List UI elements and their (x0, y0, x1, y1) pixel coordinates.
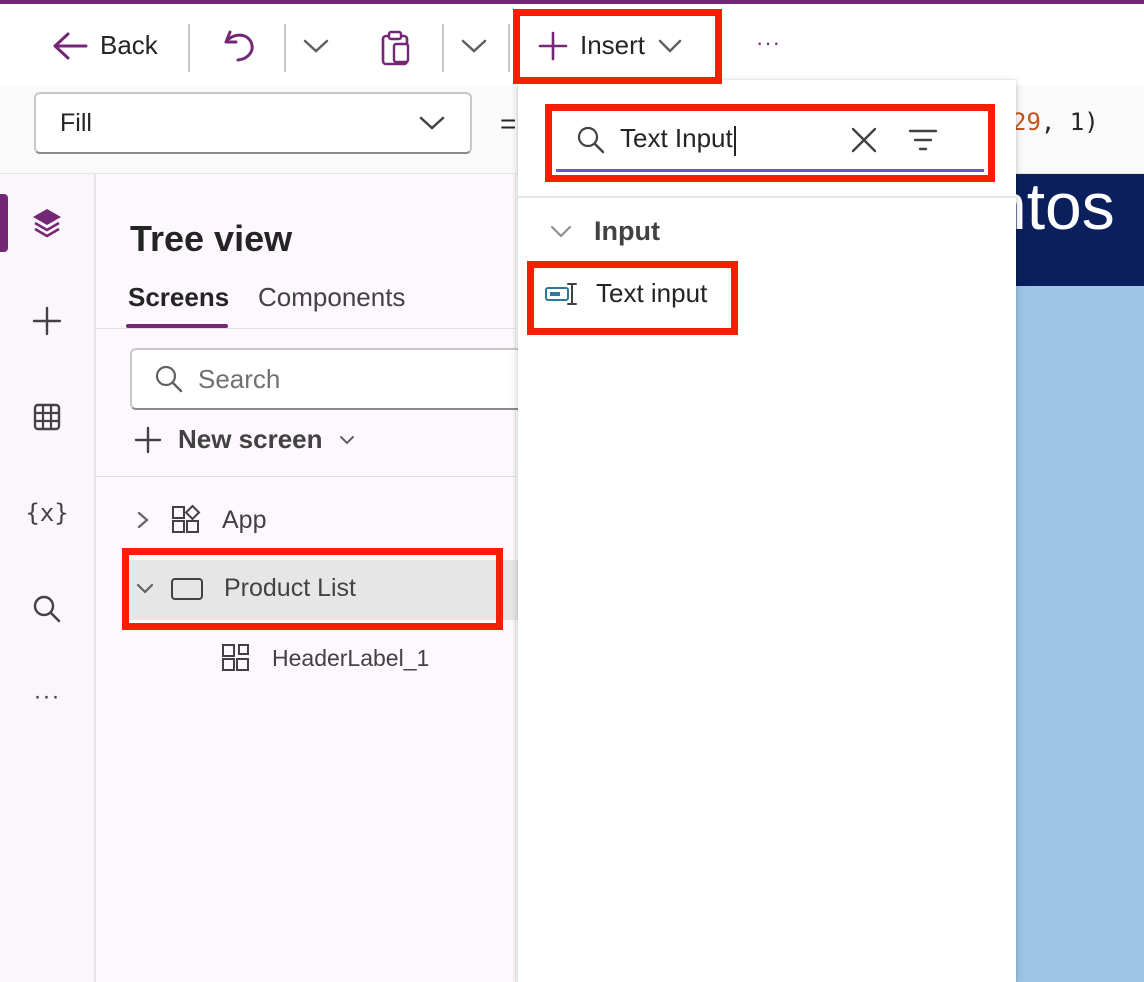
variables-icon: {x} (25, 499, 69, 527)
divider (96, 328, 516, 329)
tree-view-panel: Tree view Screens Components Search New … (96, 174, 550, 982)
paste-button[interactable] (380, 30, 414, 66)
tree-node-headerlabel[interactable]: HeaderLabel_1 (220, 642, 429, 674)
section-label: Input (594, 216, 660, 246)
back-label: Back (100, 30, 158, 60)
layers-icon (30, 206, 64, 240)
app-icon (170, 504, 202, 536)
search-value: Text Input (620, 123, 850, 155)
plus-icon (134, 426, 162, 454)
panel-title: Tree view (130, 218, 293, 259)
chevron-down-icon (550, 225, 572, 239)
tree-node-label: HeaderLabel_1 (272, 644, 430, 671)
formula-number: 29 (1012, 108, 1041, 136)
undo-icon (222, 28, 256, 64)
variables-nav-button[interactable]: {x} (24, 490, 70, 536)
chevron-down-icon (339, 435, 355, 445)
equals-sign: = (500, 108, 517, 139)
search-placeholder: Search (198, 363, 281, 394)
search-icon (154, 364, 184, 394)
text-input-icon (544, 281, 578, 307)
divider (518, 196, 1016, 198)
plus-icon (32, 306, 62, 336)
tree-view-nav-button[interactable] (24, 200, 70, 246)
clear-search-button[interactable] (850, 126, 878, 154)
tree-node-label: Product List (224, 574, 357, 602)
tab-components[interactable]: Components (258, 282, 405, 313)
chevron-down-icon (302, 38, 330, 54)
insert-search-input[interactable]: Text Input (556, 110, 984, 172)
toolbar-divider (442, 24, 444, 72)
tree-search-input[interactable]: Search (130, 348, 550, 410)
data-nav-button[interactable] (24, 394, 70, 440)
filter-button[interactable] (908, 128, 938, 152)
tree-node-app[interactable]: App (136, 504, 266, 536)
clipboard-icon (380, 30, 414, 66)
toolbar-divider (188, 24, 190, 72)
new-screen-button[interactable]: New screen (134, 424, 355, 455)
active-indicator (0, 194, 8, 252)
tree-node-label: App (222, 505, 267, 534)
formula-rest: , 1) (1040, 108, 1099, 136)
section-header-input[interactable]: Input (550, 216, 660, 247)
chevron-down-icon (460, 38, 488, 54)
divider (96, 476, 516, 477)
left-nav-rail: {x} ··· (0, 174, 96, 982)
search-icon (32, 594, 62, 624)
item-label: Text input (596, 278, 708, 308)
paste-dropdown-button[interactable] (460, 38, 488, 54)
more-horizontal-icon: ··· (756, 30, 781, 55)
property-dropdown[interactable]: Fill (34, 92, 472, 154)
arrow-left-icon (52, 31, 88, 61)
close-icon (850, 126, 878, 154)
more-horizontal-icon: ··· (33, 683, 61, 710)
more-commands-button[interactable]: ··· (756, 30, 781, 56)
table-icon (32, 402, 62, 432)
insert-label: Insert (580, 30, 646, 60)
chevron-right-icon (136, 510, 150, 530)
chevron-down-icon (418, 115, 446, 131)
toolbar-divider (508, 24, 510, 72)
insert-flyout-panel: Text Input Input Text input (518, 80, 1016, 982)
tab-screens[interactable]: Screens (128, 282, 229, 313)
insert-item-text-input[interactable]: Text input (544, 278, 707, 309)
property-value: Fill (60, 108, 92, 137)
toolbar-divider (284, 24, 286, 72)
insert-nav-button[interactable] (24, 298, 70, 344)
back-button[interactable]: Back (52, 30, 158, 61)
chevron-down-icon (657, 38, 683, 54)
tree-node-product-list-content[interactable]: Product List (136, 574, 356, 603)
undo-dropdown-button[interactable] (302, 38, 330, 54)
more-nav-button[interactable]: ··· (24, 674, 70, 720)
plus-icon (538, 31, 568, 61)
undo-button[interactable] (222, 28, 256, 64)
insert-button[interactable]: Insert (538, 30, 683, 61)
formula-input[interactable]: 29, 1) (1012, 108, 1099, 136)
filter-icon (908, 128, 938, 152)
search-icon (576, 125, 606, 155)
chevron-down-icon (136, 582, 154, 596)
search-nav-button[interactable] (24, 586, 70, 632)
command-toolbar: Back Insert ··· (0, 4, 1144, 86)
new-screen-label: New screen (178, 424, 323, 454)
screen-icon (170, 576, 204, 602)
component-icon (220, 642, 252, 674)
